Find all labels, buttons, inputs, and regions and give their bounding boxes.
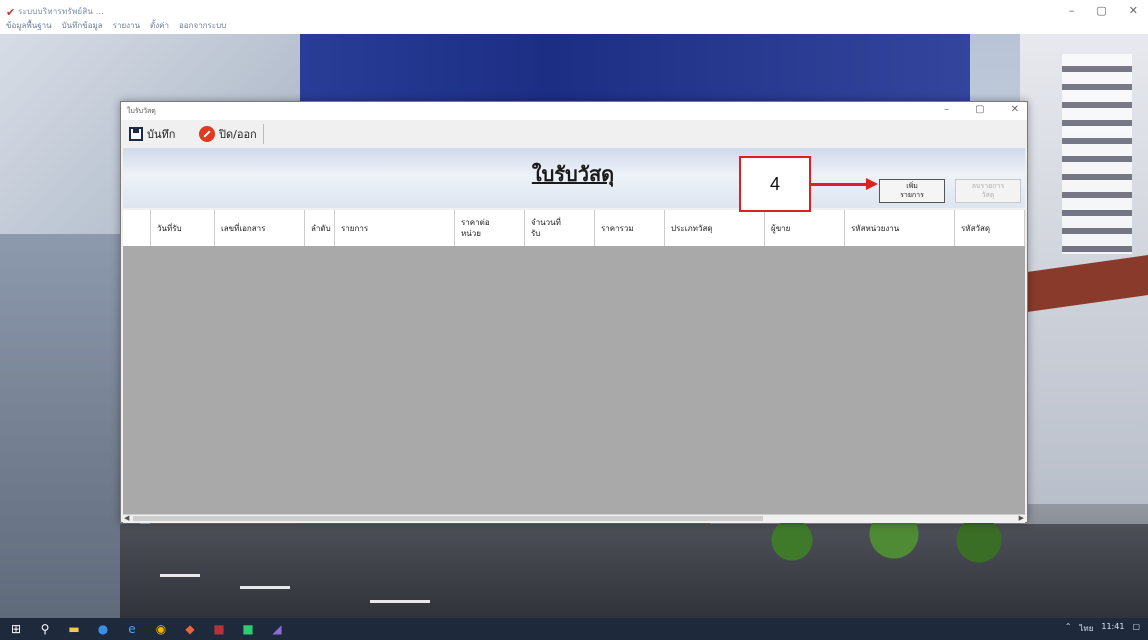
dialog-toolbar: บันทึก ปิด/ออก: [121, 120, 1027, 148]
column-header[interactable]: ผู้ขาย: [765, 210, 845, 246]
menu-item[interactable]: ข้อมูลพื้นฐาน: [6, 19, 52, 32]
column-header[interactable]: วันที่รับ: [151, 210, 215, 246]
visual-studio-icon[interactable]: ◢: [269, 621, 285, 637]
app-logo-icon: ✔: [6, 6, 16, 19]
no-entry-icon: [199, 126, 215, 142]
ie-icon[interactable]: e: [124, 621, 140, 637]
dialog-window-controls: – ▢ ✕: [944, 104, 1019, 115]
scrollbar-thumb[interactable]: [133, 516, 763, 521]
line-icon[interactable]: ■: [240, 621, 256, 637]
road-marking: [370, 600, 430, 603]
edge-icon[interactable]: ●: [95, 621, 111, 637]
close-button[interactable]: ✕: [1129, 4, 1138, 17]
form-header: ใบรับวัสดุ เพิ่ม รายการ ลบรายการ วัสดุ: [123, 148, 1025, 208]
system-tray: ⌃ ไทย 11:41 ▢: [1065, 622, 1140, 635]
dialog-titlebar: ใบรับวัสดุ – ▢ ✕: [121, 102, 1027, 120]
column-header[interactable]: รหัสวัสดุ: [955, 210, 1025, 246]
minimize-button[interactable]: –: [1069, 4, 1075, 17]
callout-arrow-head-icon: [866, 178, 878, 190]
clock[interactable]: 11:41: [1101, 622, 1124, 635]
maximize-button[interactable]: ▢: [1096, 4, 1106, 17]
road-marking: [160, 574, 200, 577]
floppy-disk-icon: [129, 127, 143, 141]
receipt-data-grid[interactable]: วันที่รับ เลขที่เอกสาร ลำดับ รายการ ราคา…: [123, 210, 1025, 516]
material-receipt-dialog: ใบรับวัสดุ – ▢ ✕ บันทึก ปิด/ออก ใบรับวัส…: [120, 101, 1028, 523]
form-title: ใบรับวัสดุ: [531, 162, 615, 186]
dialog-minimize-button[interactable]: –: [944, 104, 949, 115]
file-explorer-icon[interactable]: ▬: [66, 621, 82, 637]
main-menu-bar: ข้อมูลพื้นฐาน บันทึกข้อมูล รายงาน ตั้งค่…: [6, 19, 226, 32]
dialog-title: ใบรับวัสดุ: [127, 107, 156, 115]
search-icon[interactable]: ⚲: [37, 621, 53, 637]
menu-item[interactable]: รายงาน: [113, 19, 140, 32]
menu-item[interactable]: บันทึกข้อมูล: [62, 19, 103, 32]
taskbar-icons: ⊞ ⚲ ▬ ● e ◉ ◆ ■ ■ ◢: [8, 621, 285, 637]
save-button[interactable]: บันทึก: [129, 124, 175, 144]
dialog-maximize-button[interactable]: ▢: [975, 104, 984, 115]
dialog-close-button[interactable]: ✕: [1011, 104, 1019, 115]
close-exit-button[interactable]: ปิด/ออก: [199, 124, 264, 144]
chrome-icon[interactable]: ◉: [153, 621, 169, 637]
windows-taskbar: ⊞ ⚲ ▬ ● e ◉ ◆ ■ ■ ◢ ⌃ ไทย 11:41 ▢: [0, 618, 1148, 640]
step-callout-box: 4: [739, 156, 811, 212]
windows-start-icon[interactable]: ⊞: [8, 621, 24, 637]
column-header[interactable]: รหัสหน่วยงาน: [845, 210, 955, 246]
column-header[interactable]: เลขที่เอกสาร: [215, 210, 305, 246]
app-icon[interactable]: ◆: [182, 621, 198, 637]
save-button-label: บันทึก: [147, 128, 176, 141]
main-app-titlebar: ✔ ระบบบริหารทรัพย์สิน ... ข้อมูลพื้นฐาน …: [0, 0, 1148, 34]
add-item-button[interactable]: เพิ่ม รายการ: [879, 179, 945, 203]
menu-item[interactable]: ตั้งค่า: [150, 19, 169, 32]
language-indicator[interactable]: ไทย: [1079, 622, 1093, 635]
scroll-right-arrow-icon[interactable]: ▶: [1019, 514, 1024, 522]
row-selector-header: [123, 210, 151, 246]
app-title: ระบบบริหารทรัพย์สิน ...: [18, 7, 105, 16]
column-header[interactable]: จำนวนที่ รับ: [525, 210, 595, 246]
road-marking: [240, 586, 290, 589]
column-header[interactable]: รายการ: [335, 210, 455, 246]
callout-arrow-line: [811, 183, 869, 186]
close-exit-button-label: ปิด/ออก: [219, 128, 257, 141]
access-icon[interactable]: ■: [211, 621, 227, 637]
scroll-left-arrow-icon[interactable]: ◀: [124, 514, 129, 522]
grid-header-row: วันที่รับ เลขที่เอกสาร ลำดับ รายการ ราคา…: [123, 210, 1025, 247]
background-building-windows: [1062, 54, 1132, 254]
network-icon[interactable]: ⌃: [1065, 622, 1072, 635]
delete-item-button[interactable]: ลบรายการ วัสดุ: [955, 179, 1021, 203]
column-header[interactable]: ราคาต่อ หน่วย: [455, 210, 525, 246]
background-building-left-lower: [0, 234, 140, 618]
notification-icon[interactable]: ▢: [1132, 622, 1140, 635]
horizontal-scrollbar[interactable]: ◀ ▶: [123, 514, 1025, 523]
column-header[interactable]: ประเภทวัสดุ: [665, 210, 765, 246]
menu-item[interactable]: ออกจากระบบ: [179, 19, 226, 32]
app-window-controls: – ▢ ✕: [1069, 4, 1138, 17]
column-header[interactable]: ลำดับ: [305, 210, 335, 246]
column-header[interactable]: ราคารวม: [595, 210, 665, 246]
